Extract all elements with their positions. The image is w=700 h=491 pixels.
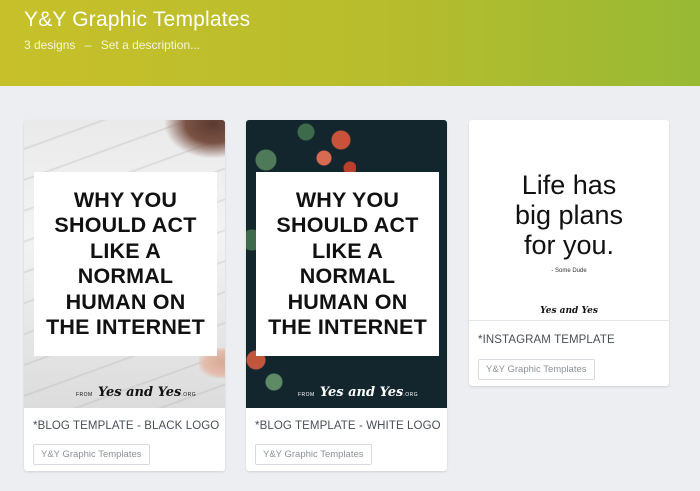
- headline-box: WHY YOU SHOULD ACT LIKE A NORMAL HUMAN O…: [34, 172, 217, 356]
- card-title[interactable]: *BLOG TEMPLATE - BLACK LOGO: [33, 420, 219, 432]
- folder-tag[interactable]: Y&Y Graphic Templates: [255, 444, 372, 465]
- design-thumbnail[interactable]: WHY YOU SHOULD ACT LIKE A NORMAL HUMAN O…: [246, 120, 447, 408]
- card-title[interactable]: *INSTAGRAM TEMPLATE: [478, 334, 615, 346]
- brand-logo: FROM Yes and Yes.ORG: [298, 385, 419, 400]
- folder-tag[interactable]: Y&Y Graphic Templates: [33, 444, 150, 465]
- design-count: 3 designs: [24, 38, 76, 52]
- folder-subtitle: 3 designs – Set a description...: [24, 38, 200, 52]
- brand-logo: Yes and Yes: [540, 306, 598, 316]
- folder-title[interactable]: Y&Y Graphic Templates: [24, 8, 250, 32]
- folder-tag[interactable]: Y&Y Graphic Templates: [478, 359, 595, 380]
- headline-box: WHY YOU SHOULD ACT LIKE A NORMAL HUMAN O…: [256, 172, 439, 356]
- card-title[interactable]: *BLOG TEMPLATE - WHITE LOGO: [255, 420, 441, 432]
- subtitle-separator: –: [84, 38, 92, 52]
- design-card-instagram[interactable]: Life has big plans for you. - Some Dude …: [469, 120, 669, 386]
- brand-logo: FROM Yes and Yes.ORG: [76, 385, 197, 400]
- thumb-attribution: - Some Dude: [551, 268, 587, 274]
- design-thumbnail[interactable]: Life has big plans for you. - Some Dude …: [469, 120, 669, 320]
- design-card-blog-white-logo[interactable]: WHY YOU SHOULD ACT LIKE A NORMAL HUMAN O…: [246, 120, 447, 471]
- design-thumbnail[interactable]: WHY YOU SHOULD ACT LIKE A NORMAL HUMAN O…: [24, 120, 225, 408]
- thumb-headline: WHY YOU SHOULD ACT LIKE A NORMAL HUMAN O…: [46, 187, 205, 340]
- thumb-quote: Life has big plans for you.: [514, 170, 624, 260]
- folder-header: Y&Y Graphic Templates 3 designs – Set a …: [0, 0, 700, 86]
- hair-graphic: [165, 120, 225, 158]
- card-divider: [469, 320, 669, 321]
- design-card-blog-black-logo[interactable]: WHY YOU SHOULD ACT LIKE A NORMAL HUMAN O…: [24, 120, 225, 471]
- thumb-headline: WHY YOU SHOULD ACT LIKE A NORMAL HUMAN O…: [268, 187, 427, 340]
- description-input[interactable]: Set a description...: [101, 38, 200, 52]
